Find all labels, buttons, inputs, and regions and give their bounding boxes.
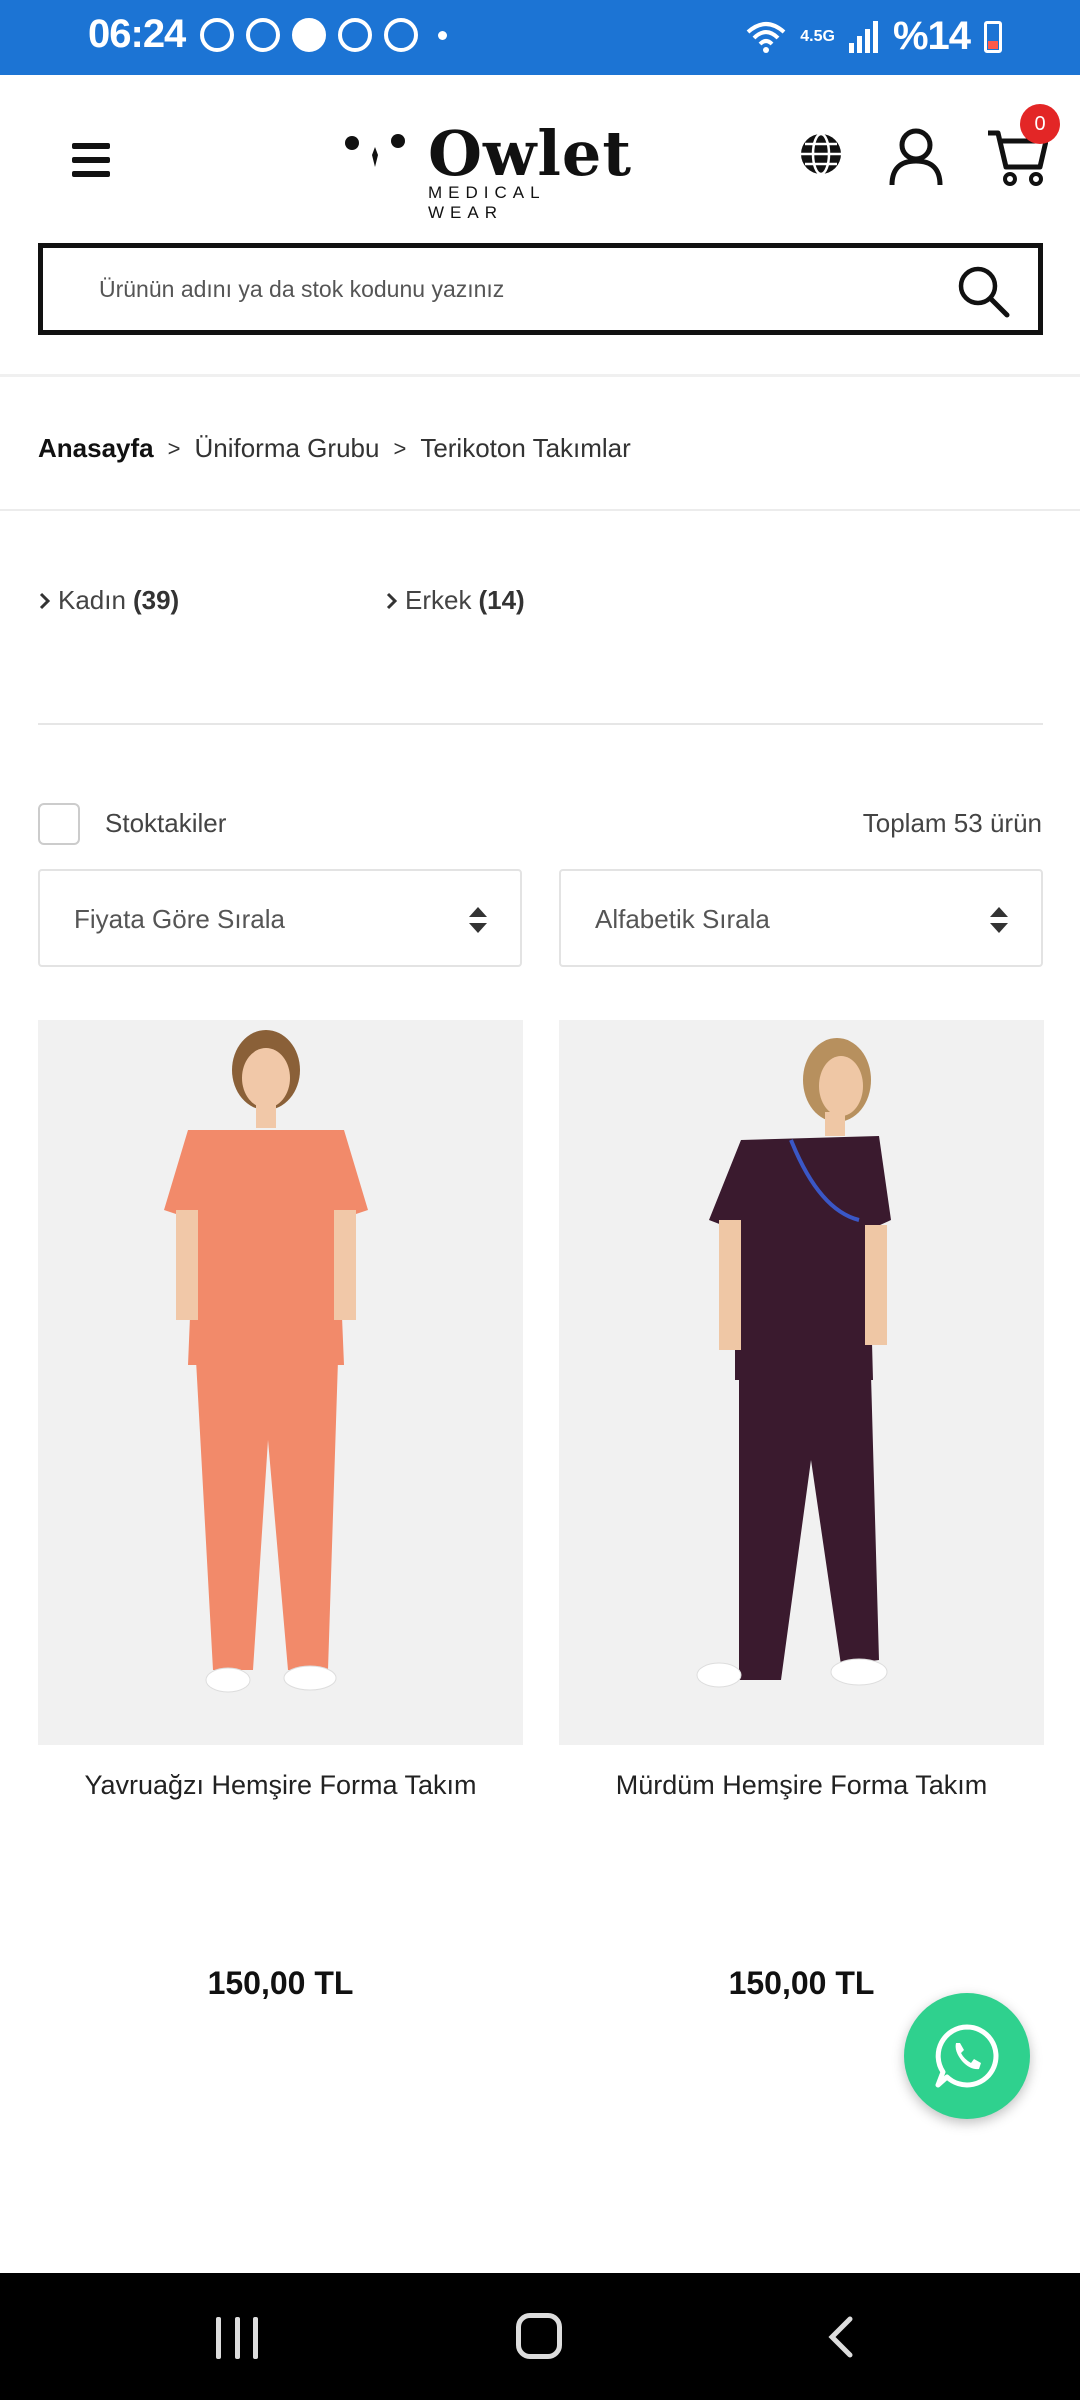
breadcrumb-separator: > (393, 435, 407, 461)
breadcrumb-current: Terikoton Takımlar (420, 433, 631, 463)
category-count: (14) (478, 585, 525, 615)
system-nav-bar (0, 2273, 1080, 2400)
site-header: Owlet MEDICAL WEAR (0, 75, 1080, 240)
accessibility-icon (246, 18, 280, 52)
search-bar (38, 243, 1043, 335)
chrome-icon-2 (384, 18, 418, 52)
category-label: Erkek (405, 585, 472, 615)
category-count: (39) (132, 585, 180, 615)
product-image[interactable] (559, 1020, 1044, 1745)
search-icon[interactable] (956, 264, 1010, 318)
chevron-right-icon (39, 592, 51, 609)
site-logo[interactable]: Owlet MEDICAL WEAR (344, 117, 631, 222)
more-notifications-dot (438, 30, 447, 40)
sort-price-label: Fiyata Göre Sırala (74, 904, 285, 934)
app-notification-icon (292, 18, 326, 52)
recent-apps-icon[interactable] (216, 2317, 258, 2359)
in-stock-checkbox[interactable] (38, 803, 80, 845)
user-account-icon[interactable] (888, 127, 944, 187)
back-icon[interactable] (822, 2315, 862, 2359)
home-icon[interactable] (516, 2313, 562, 2359)
network-type: 4.5G (800, 27, 835, 45)
whatsapp-button[interactable] (904, 1993, 1030, 2119)
sort-by-price-select[interactable]: Fiyata Göre Sırala (38, 869, 522, 967)
status-right: 4.5G %14 (746, 14, 1002, 59)
sort-arrows-icon (469, 907, 487, 933)
divider (0, 509, 1080, 511)
category-link-kadin[interactable]: Kadın (39) (38, 585, 179, 616)
category-link-erkek[interactable]: Erkek (14) (385, 585, 525, 616)
breadcrumb: Anasayfa > Üniforma Grubu > Terikoton Ta… (38, 433, 631, 464)
battery-percent: %14 (892, 14, 971, 58)
chrome-icon (338, 18, 372, 52)
wifi-icon (746, 21, 786, 53)
whatsapp-icon (935, 2024, 999, 2088)
sort-alphabetical-select[interactable]: Alfabetik Sırala (559, 869, 1043, 967)
divider (0, 374, 1080, 377)
category-label: Kadın (58, 585, 126, 615)
notification-icons (200, 18, 447, 52)
in-stock-label: Stoktakiler (105, 808, 227, 838)
cart-count-badge: 0 (1020, 104, 1060, 144)
total-products-count: Toplam 53 ürün (862, 808, 1042, 838)
product-price: 150,00 TL (207, 1965, 354, 2001)
product-name[interactable]: Yavruağzı Hemşire Forma Takım (38, 1770, 523, 1801)
language-globe-icon[interactable] (798, 131, 844, 177)
battery-icon (984, 20, 1002, 53)
logo-tagline: MEDICAL WEAR (428, 183, 545, 222)
logo-mark-icon (345, 134, 405, 167)
breadcrumb-home-link[interactable]: Anasayfa (38, 433, 154, 464)
chevron-right-icon (386, 592, 398, 609)
breadcrumb-link-uniforma[interactable]: Üniforma Grubu (194, 433, 379, 464)
menu-icon[interactable] (72, 143, 110, 177)
breadcrumb-separator: > (167, 435, 181, 461)
status-time: 06:24 (88, 12, 186, 56)
search-input[interactable] (43, 248, 943, 330)
product-name[interactable]: Mürdüm Hemşire Forma Takım (559, 1770, 1044, 1801)
signal-icon (848, 20, 878, 53)
status-bar: 06:24 4.5G %14 (0, 0, 1080, 75)
sync-icon (200, 18, 234, 52)
divider (38, 723, 1043, 725)
sort-alpha-label: Alfabetik Sırala (595, 904, 770, 934)
sort-arrows-icon (990, 907, 1008, 933)
logo-name: Owlet (428, 117, 633, 190)
product-image[interactable] (38, 1020, 523, 1745)
